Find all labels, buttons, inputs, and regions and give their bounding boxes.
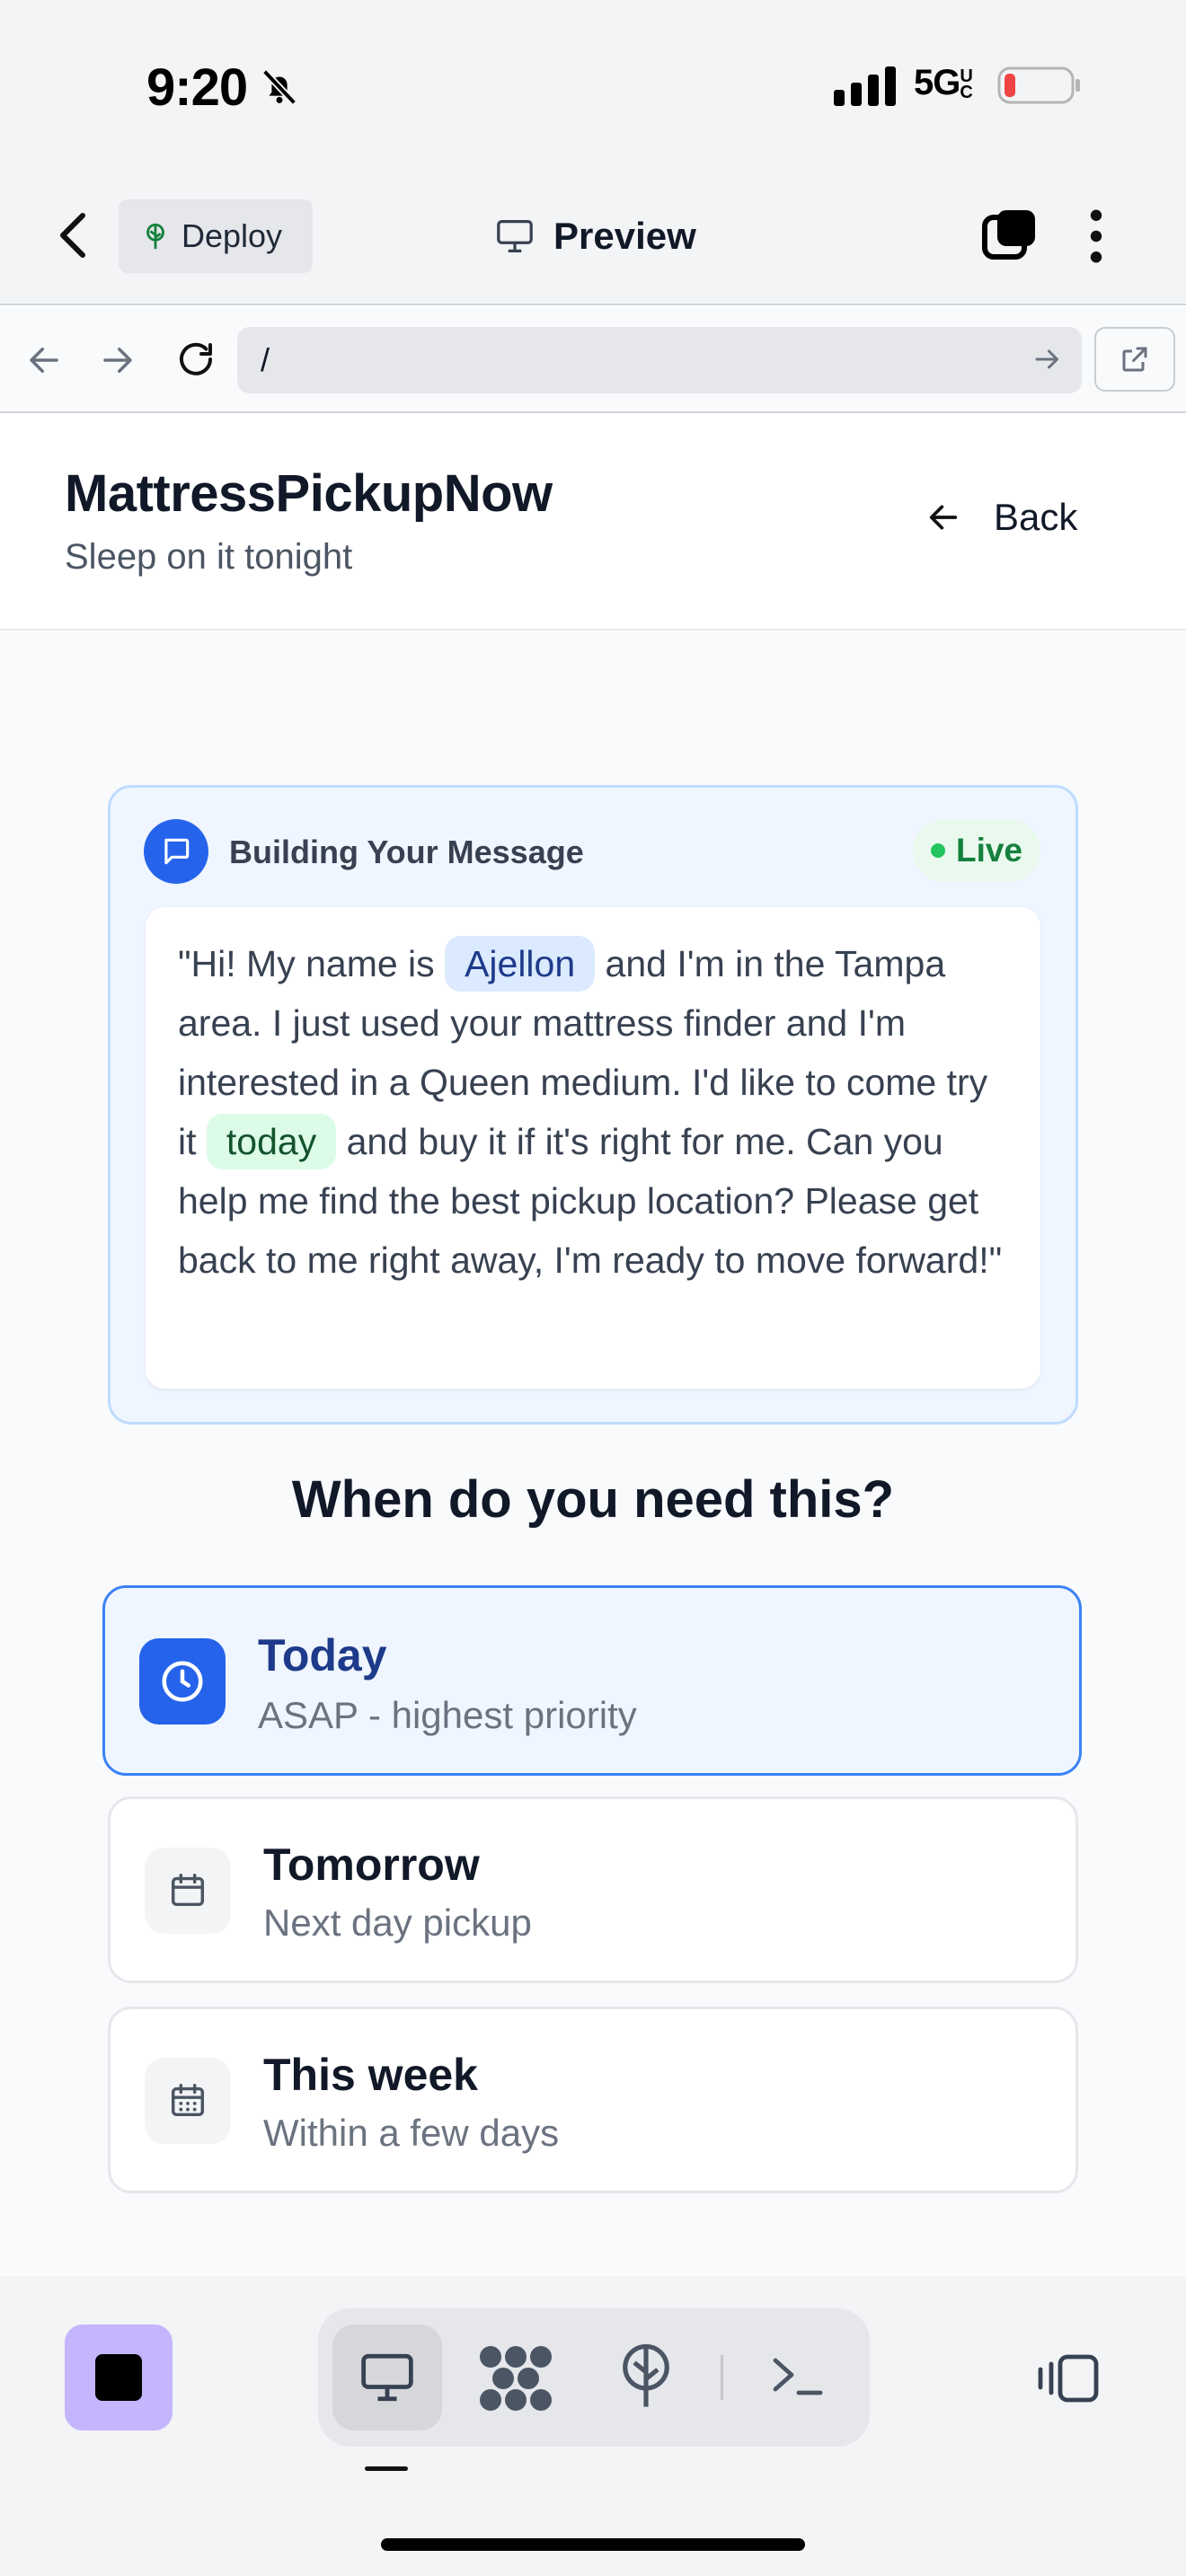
url-input[interactable] (237, 327, 1082, 393)
calendar-icon (145, 1848, 231, 1934)
side-panel-icon[interactable] (1035, 2353, 1100, 2404)
monitor-icon (497, 219, 533, 252)
active-view-indicator (365, 2466, 408, 2471)
option-subtitle: ASAP - highest priority (258, 1694, 637, 1736)
calendar-days-icon (145, 2058, 231, 2144)
reload-icon[interactable] (174, 338, 217, 381)
chevron-left-icon[interactable] (56, 212, 92, 259)
bell-off-icon (261, 69, 297, 105)
cellular-signal-icon (834, 66, 896, 106)
arrow-left-icon (929, 505, 958, 530)
deploy-tree-icon (146, 223, 164, 250)
arrow-left-icon[interactable] (25, 341, 63, 379)
question-heading: When do you need this? (291, 1470, 895, 1529)
terminal-icon[interactable] (769, 2353, 825, 2400)
clock-time: 9:20 (146, 58, 248, 117)
apps-grid-icon[interactable] (478, 2344, 553, 2413)
external-link-icon (1122, 347, 1147, 372)
message-card-title: Building Your Message (229, 834, 584, 870)
clock-icon (139, 1638, 226, 1725)
message-square-icon (144, 819, 208, 884)
deploy-button[interactable]: Deploy (119, 199, 313, 273)
option-subtitle: Next day pickup (263, 1901, 532, 1944)
name-chip: Ajellon (445, 936, 596, 992)
preview-tab[interactable]: Preview (494, 207, 696, 266)
message-preview: "Hi! My name is Ajellon and I'm in the T… (146, 907, 1040, 1389)
live-dot (930, 843, 945, 858)
brand-name: MattressPickupNow (65, 464, 553, 523)
home-indicator (381, 2538, 805, 2551)
tabs-icon[interactable] (981, 207, 1039, 264)
monitor-icon (361, 2353, 413, 2402)
back-button[interactable]: Back (925, 496, 1077, 539)
option-this-week[interactable]: This week Within a few days (108, 2007, 1078, 2193)
option-title: This week (263, 2050, 478, 2100)
timing-chip: today (206, 1114, 337, 1169)
battery-icon (997, 66, 1080, 104)
more-vertical-icon[interactable] (1087, 208, 1105, 264)
option-tomorrow[interactable]: Tomorrow Next day pickup (108, 1796, 1078, 1983)
deploy-tree-icon[interactable] (618, 2341, 674, 2413)
stop-icon (95, 2354, 142, 2401)
brand-tagline: Sleep on it tonight (65, 537, 353, 577)
option-title: Today (258, 1630, 387, 1681)
option-today[interactable]: Today ASAP - highest priority (102, 1585, 1082, 1776)
stop-button[interactable] (65, 2325, 173, 2430)
go-arrow-icon[interactable] (1031, 343, 1064, 375)
live-badge: Live (913, 819, 1040, 882)
desktop-view-button[interactable] (332, 2325, 442, 2430)
network-type: 5GUC (914, 63, 973, 103)
option-subtitle: Within a few days (263, 2112, 560, 2154)
option-title: Tomorrow (263, 1839, 480, 1890)
toolbar-divider (721, 2355, 723, 2400)
arrow-right-icon[interactable] (99, 341, 137, 379)
open-external-button[interactable] (1094, 327, 1175, 392)
